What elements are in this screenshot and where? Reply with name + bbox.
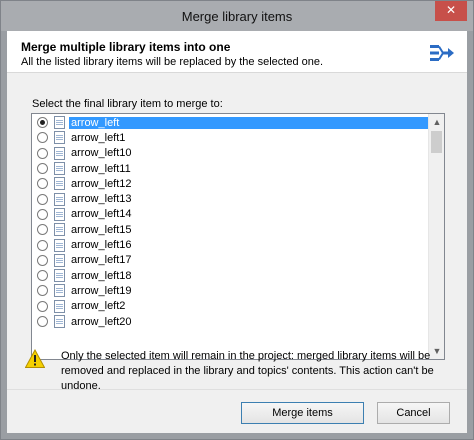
close-button[interactable]: ✕: [435, 1, 467, 21]
list-item-label: arrow_left1: [71, 131, 126, 144]
library-item-icon: [54, 192, 65, 206]
library-item-icon: [54, 131, 65, 145]
list-item-label: arrow_left10: [71, 147, 132, 160]
scroll-up-icon[interactable]: ▲: [429, 114, 444, 130]
radio-button[interactable]: [37, 178, 48, 190]
library-item-icon: [54, 238, 65, 252]
list-item-label: arrow_left19: [71, 284, 132, 297]
list-item-label: arrow_left2: [71, 300, 126, 313]
radio-button[interactable]: [37, 224, 48, 236]
list-item[interactable]: arrow_left1: [32, 130, 430, 145]
list-item[interactable]: arrow_left11: [32, 161, 430, 176]
radio-button[interactable]: [37, 270, 48, 282]
radio-button[interactable]: [37, 117, 48, 129]
list-item[interactable]: arrow_left2: [32, 299, 430, 314]
library-item-icon: [54, 269, 65, 283]
radio-button[interactable]: [37, 254, 48, 266]
list-item-label: arrow_left14: [71, 208, 132, 221]
warning-text: Only the selected item will remain in th…: [61, 350, 434, 392]
dialog-content: Merge multiple library items into one Al…: [7, 31, 467, 433]
list-item-label: arrow_left: [69, 116, 430, 129]
library-item-icon: [54, 146, 65, 160]
title-bar[interactable]: Merge library items ✕: [1, 1, 473, 31]
list-item[interactable]: arrow_left17: [32, 253, 430, 268]
library-item-icon: [54, 177, 65, 191]
list-item-label: arrow_left20: [71, 315, 132, 328]
list-item[interactable]: arrow_left16: [32, 237, 430, 252]
radio-button[interactable]: [37, 285, 48, 297]
list-item[interactable]: arrow_left20: [32, 314, 430, 329]
radio-button[interactable]: [37, 193, 48, 205]
header-subtitle: All the listed library items will be rep…: [21, 56, 324, 68]
list-item-label: arrow_left12: [71, 177, 132, 190]
merge-arrows-icon: [430, 45, 454, 61]
radio-button[interactable]: [37, 132, 48, 144]
list-item[interactable]: arrow_left12: [32, 176, 430, 191]
list-item-label: arrow_left16: [71, 239, 132, 252]
dialog-header: Merge multiple library items into one Al…: [7, 31, 467, 73]
radio-button[interactable]: [37, 300, 48, 312]
library-item-icon: [54, 284, 65, 298]
library-item-icon: [54, 162, 65, 176]
window-title: Merge library items: [181, 9, 293, 24]
library-item-icon: [54, 315, 65, 329]
list-item-label: arrow_left15: [71, 223, 132, 236]
library-item-list[interactable]: arrow_left20 arrow_left2 arrow_left19 arrow…: [31, 113, 445, 360]
list-item-label: arrow_left17: [71, 254, 132, 267]
list-prompt: Select the final library item to merge t…: [32, 98, 223, 110]
warning-icon: [25, 349, 45, 368]
list-item-label: arrow_left18: [71, 269, 132, 282]
merge-items-button[interactable]: Merge items: [241, 402, 364, 424]
library-item-icon: [54, 299, 65, 313]
list-item[interactable]: arrow_left19: [32, 283, 430, 298]
list-item[interactable]: arrow_left13: [32, 192, 430, 207]
library-item-icon: [54, 253, 65, 267]
library-item-icon: [54, 207, 65, 221]
dialog-footer: Merge items Cancel: [7, 389, 467, 433]
list-item[interactable]: arrow_left14: [32, 207, 430, 222]
list-item-label: arrow_left13: [71, 193, 132, 206]
dialog-window: Merge library items ✕ Merge multiple lib…: [0, 0, 474, 440]
list-item[interactable]: arrow_left10: [32, 146, 430, 161]
radio-button[interactable]: [37, 147, 48, 159]
radio-button[interactable]: [37, 239, 48, 251]
header-title: Merge multiple library items into one: [21, 40, 231, 54]
list-item[interactable]: arrow_left15: [32, 222, 430, 237]
radio-button[interactable]: [37, 316, 48, 328]
radio-button[interactable]: [37, 208, 48, 220]
library-item-icon: [54, 116, 65, 130]
cancel-button[interactable]: Cancel: [377, 402, 450, 424]
scroll-thumb[interactable]: [431, 131, 442, 153]
list-item-label: arrow_left11: [71, 162, 131, 175]
radio-button[interactable]: [37, 163, 48, 175]
list-item[interactable]: arrow_left: [32, 115, 430, 130]
list-item[interactable]: arrow_left18: [32, 268, 430, 283]
library-item-icon: [54, 223, 65, 237]
vertical-scrollbar[interactable]: ▲ ▼: [428, 114, 444, 359]
